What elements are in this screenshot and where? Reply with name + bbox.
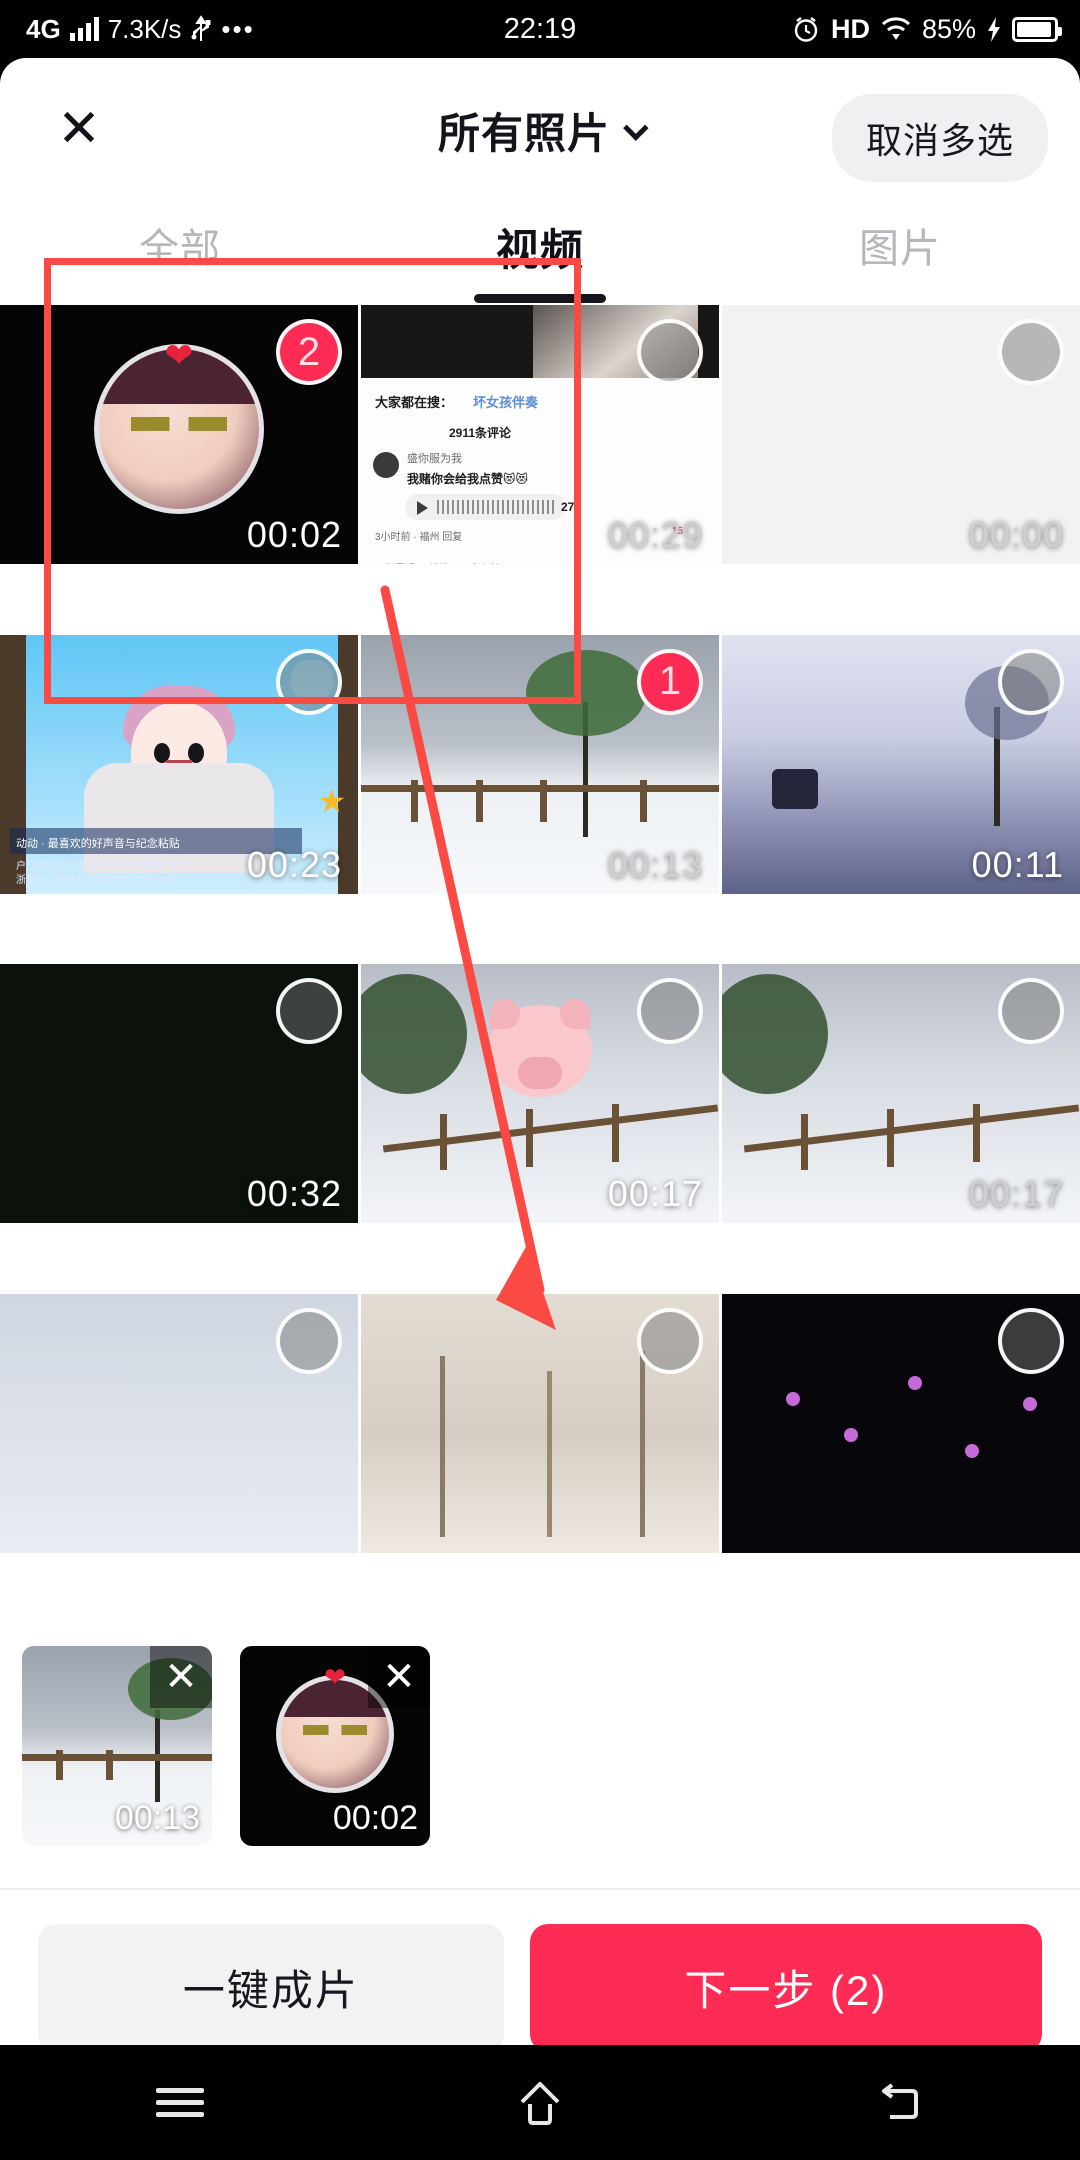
selection-badge[interactable] [998, 648, 1064, 715]
selection-badge[interactable] [276, 1307, 342, 1374]
media-cell[interactable] [722, 1293, 1080, 1553]
media-cell[interactable]: 00:00 [722, 305, 1080, 564]
duration-label: 00:17 [607, 1173, 703, 1214]
home-icon [520, 2081, 560, 2125]
nav-home-button[interactable] [360, 2080, 720, 2126]
selection-badge[interactable]: 2 [276, 319, 342, 385]
mentions-line-1: @想思明 @郭郭， @兔仔汁.@X 。@ [375, 560, 544, 565]
play-icon [417, 500, 428, 515]
media-cell[interactable]: ❤ 2 00:02 [0, 305, 358, 564]
media-grid: ❤ 2 00:02 大家都在搜： 坏女孩伴奏 2911条评论 盛你服为我 我赌你… [0, 305, 1080, 1620]
media-cell[interactable] [0, 1293, 358, 1553]
selection-badge[interactable] [276, 978, 342, 1044]
duration-label: 00:13 [114, 1799, 200, 1837]
boy-caption: 动动 · 最喜欢的好声音与纪念粘贴 [16, 837, 180, 850]
media-cell[interactable]: ★ 动动 · 最喜欢的好声音与纪念粘贴 户口地区可以发送得了配后 初通、欢 浙那… [0, 634, 358, 894]
duration-label: 00:00 [968, 514, 1064, 555]
android-nav-bar [0, 2045, 1080, 2160]
selection-badge[interactable] [276, 648, 342, 715]
media-cell[interactable] [361, 1293, 719, 1553]
tray-item[interactable]: ✕ 00:13 [22, 1646, 212, 1846]
tab-video-label: 视频 [496, 227, 584, 275]
media-cell[interactable]: 大家都在搜： 坏女孩伴奏 2911条评论 盛你服为我 我赌你会给我点赞😻😻 27… [361, 305, 719, 564]
chevron-down-icon [623, 114, 649, 141]
comment-meta: 3小时前 · 福州 回复 [375, 531, 463, 543]
cancel-multiselect-button[interactable]: 取消多选 [831, 94, 1048, 182]
menu-icon [156, 2081, 204, 2124]
comment-text: 我赌你会给我点赞😻😻 [407, 471, 529, 486]
media-picker-sheet: ✕ 所有照片 取消多选 全部 视频 图片 ❤ 2 00:02 大家都在搜： 坏女… [0, 58, 1080, 2045]
tab-all-label: 全部 [139, 227, 221, 271]
battery-icon [1012, 16, 1062, 42]
status-bar-right: HD 85% [791, 13, 1062, 45]
duration-label: 00:29 [607, 514, 703, 555]
media-cell[interactable]: 1 00:13 [361, 634, 719, 894]
nav-back-button[interactable] [720, 2081, 1080, 2125]
heart-icon: ❤ [164, 337, 194, 376]
active-tab-indicator [474, 294, 606, 303]
status-bar: 4G 7.3K/s ••• 22:19 HD 85% [0, 0, 1080, 58]
remove-icon[interactable]: ✕ [368, 1646, 430, 1708]
selection-badge[interactable]: 1 [637, 648, 703, 715]
duration-label: 00:13 [607, 843, 703, 885]
duration-label: 00:17 [968, 1173, 1064, 1214]
selection-badge[interactable] [637, 319, 703, 385]
tab-all[interactable]: 全部 [0, 198, 360, 305]
picker-header: ✕ 所有照片 取消多选 [0, 58, 1080, 198]
post-headline-link: 坏女孩伴奏 [473, 394, 539, 410]
alarm-icon [794, 17, 818, 42]
audio-length-label: 27" [561, 499, 581, 514]
duration-label: 00:02 [246, 514, 342, 555]
heart-icon: ❤ [324, 1662, 346, 1692]
media-cell[interactable]: 00:11 [722, 634, 1080, 894]
remove-icon[interactable]: ✕ [150, 1646, 212, 1708]
selected-items-tray: ✕ 00:13 ❤ ✕ 00:02 [0, 1620, 1080, 1890]
one-click-film-button[interactable]: 一键成片 [38, 1923, 504, 2045]
page-title: 所有照片 [437, 110, 610, 157]
selection-badge[interactable] [998, 319, 1064, 385]
commenter-name: 盛你服为我 [407, 452, 462, 465]
media-type-tabs: 全部 视频 图片 [0, 198, 1080, 305]
boy-sub-1: 户口地区可以发送得了配后 初通、欢 [16, 860, 182, 872]
duration-label: 00:23 [246, 843, 342, 885]
action-bar: 一键成片 下一步 (2) [0, 1890, 1080, 2045]
hd-badge: HD [830, 13, 870, 44]
comment-count-label: 2911条评论 [449, 425, 512, 440]
charging-bolt-icon [988, 16, 1000, 42]
tray-item[interactable]: ❤ ✕ 00:02 [240, 1646, 430, 1846]
selection-badge[interactable] [998, 1307, 1064, 1374]
media-cell[interactable]: 00:17 [722, 964, 1080, 1223]
star-icon: ★ [317, 782, 346, 819]
selection-badge[interactable] [637, 978, 703, 1044]
wifi-icon [881, 17, 910, 40]
tab-image-label: 图片 [859, 227, 941, 271]
selection-badge[interactable] [637, 1307, 703, 1374]
boy-sub-2: 浙那次、先多几正期待大家你记 #科 [16, 874, 178, 886]
media-cell[interactable]: 00:32 [0, 964, 358, 1223]
nav-menu-button[interactable] [0, 2081, 360, 2124]
media-cell[interactable]: 00:17 [361, 964, 719, 1223]
battery-percent-label: 85% [921, 13, 976, 44]
duration-label: 00:11 [971, 843, 1064, 885]
duration-label: 00:02 [332, 1799, 418, 1837]
screen-root: 4G 7.3K/s ••• 22:19 HD 85% ✕ 所有照片 取消多选 全… [0, 0, 1080, 2160]
commenter-avatar [373, 451, 399, 478]
tab-video[interactable]: 视频 [360, 198, 720, 305]
pig-sticker-icon [488, 999, 592, 1098]
duration-label: 00:32 [246, 1173, 342, 1214]
tab-image[interactable]: 图片 [720, 198, 1080, 305]
post-headline-prefix: 大家都在搜： [375, 394, 454, 410]
next-step-button[interactable]: 下一步 (2) [529, 1923, 1042, 2045]
selection-badge[interactable] [998, 978, 1064, 1044]
back-icon [882, 2082, 918, 2119]
